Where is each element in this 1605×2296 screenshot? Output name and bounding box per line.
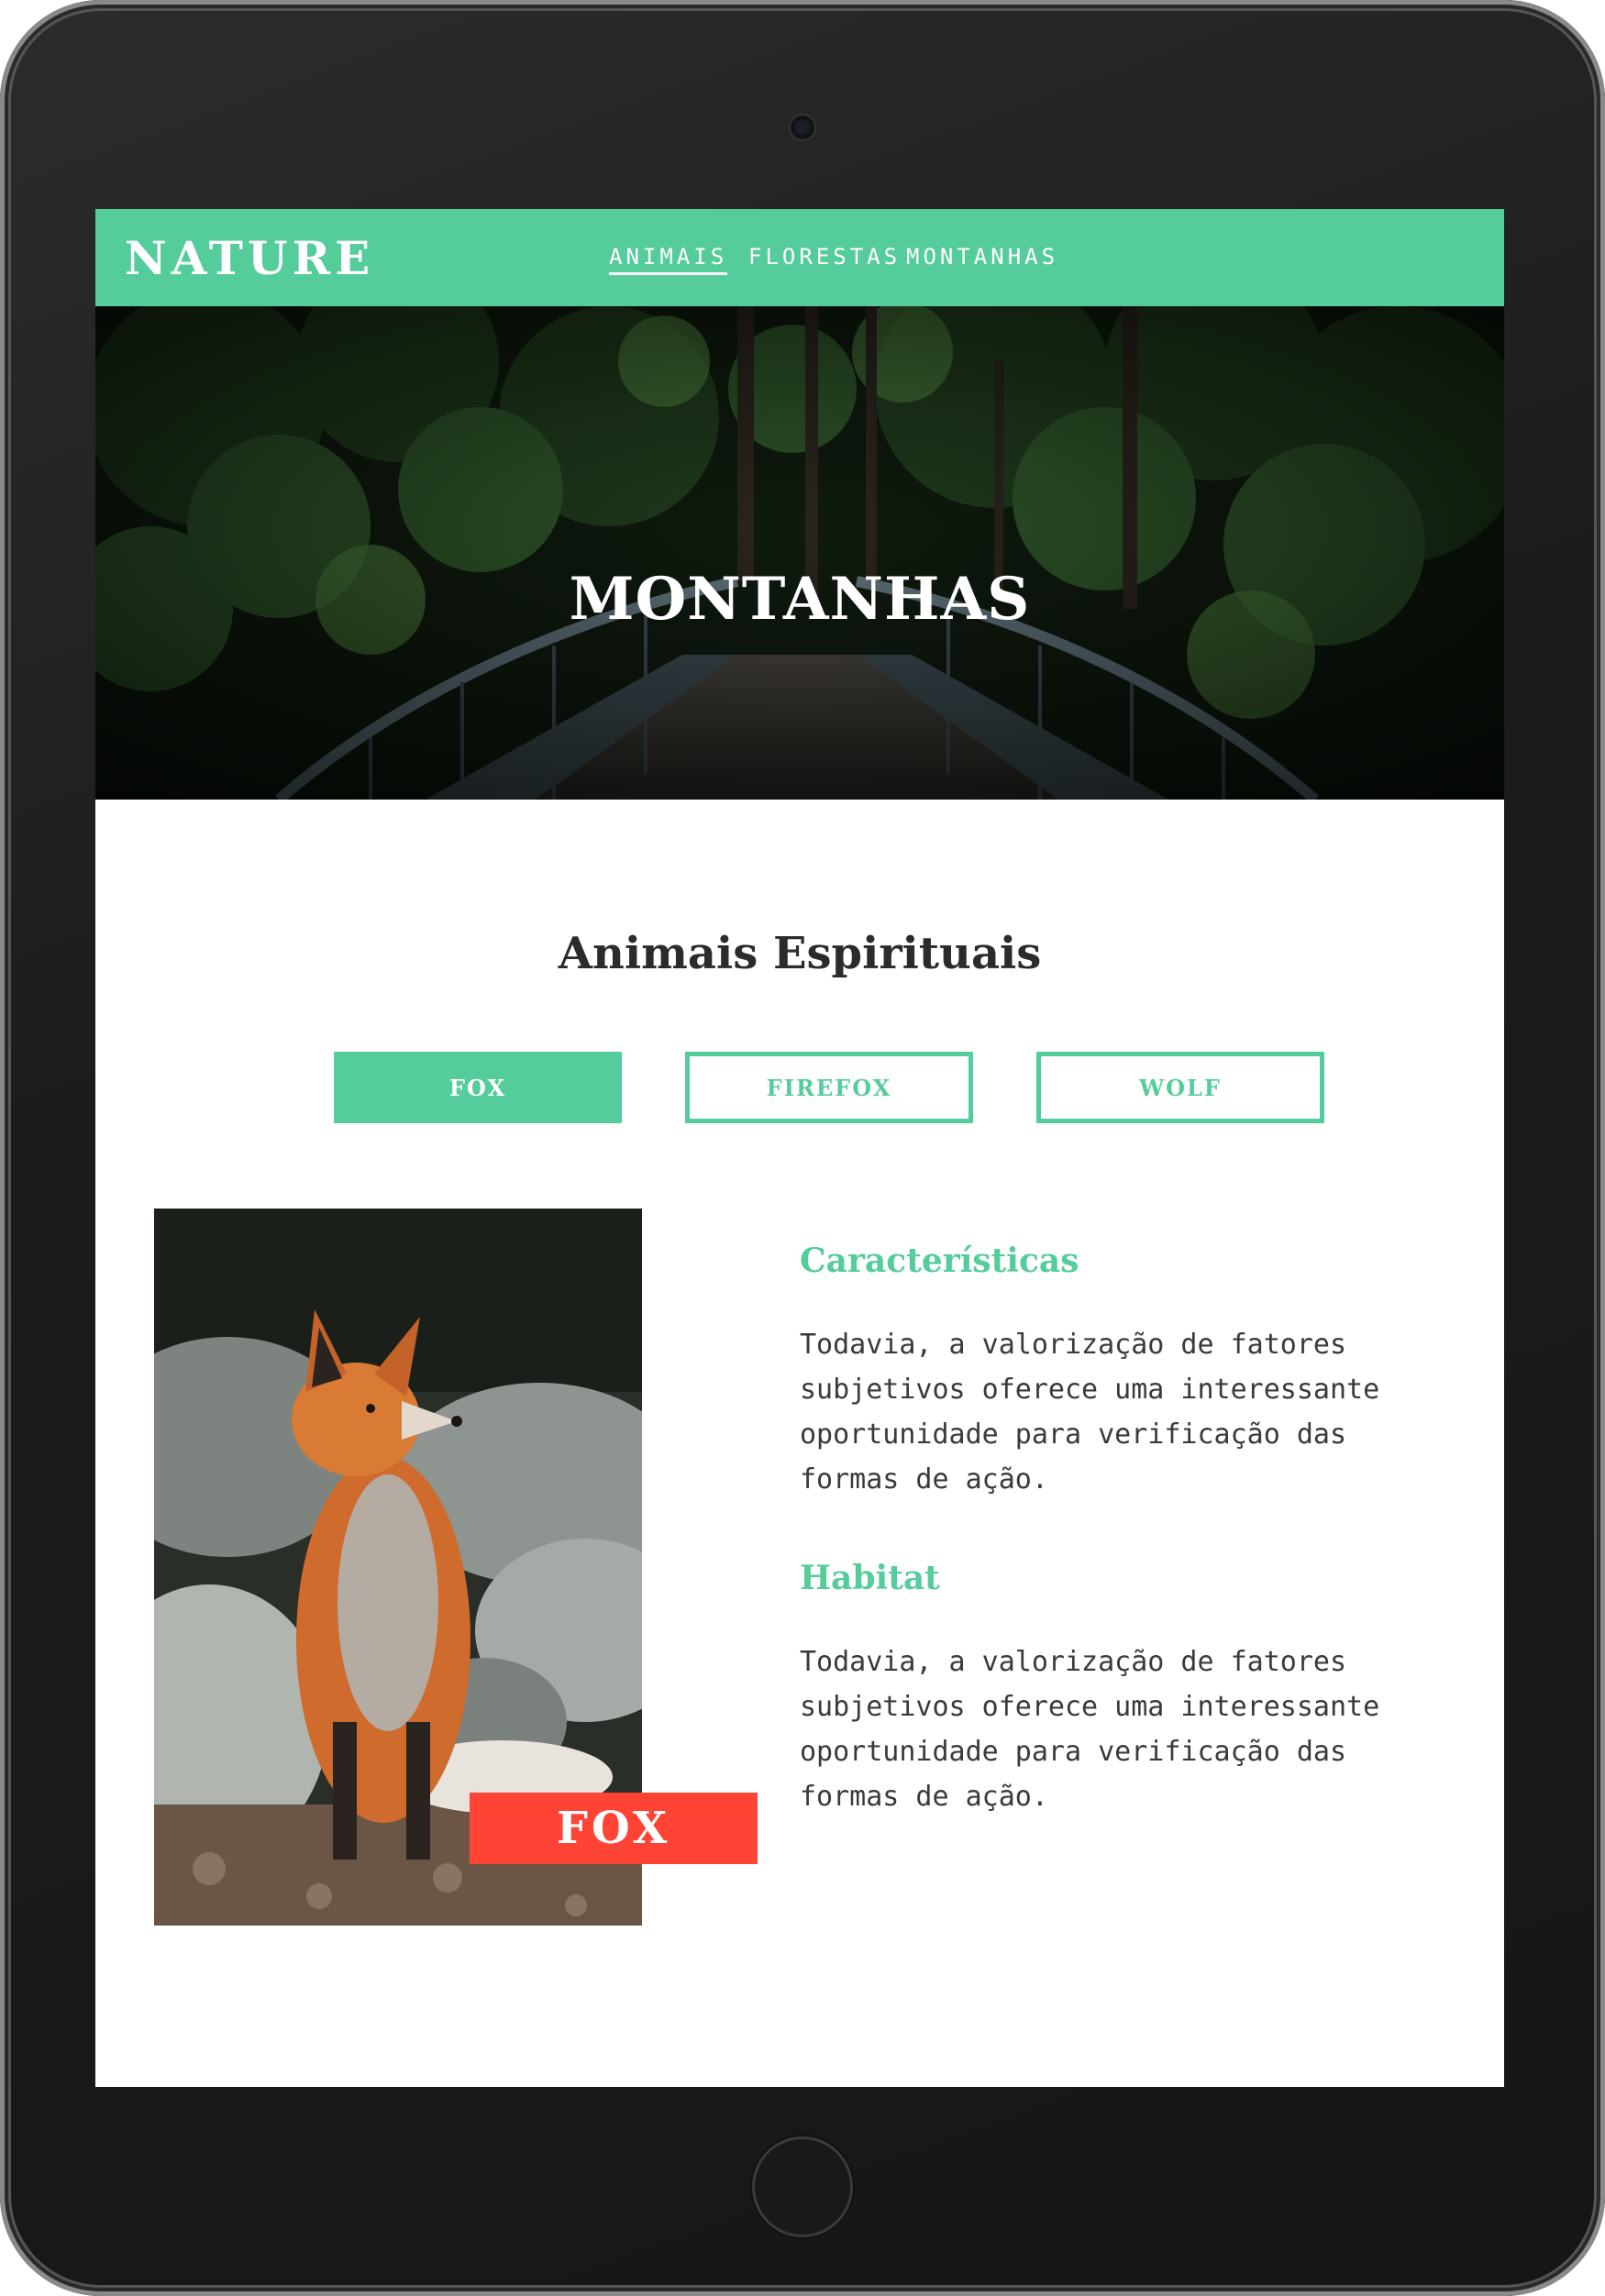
nav-link-montanhas[interactable]: MONTANHAS bbox=[906, 244, 1058, 270]
nav-link-florestas[interactable]: FLORESTAS bbox=[748, 244, 901, 270]
tab-wolf[interactable]: WOLF bbox=[1036, 1052, 1324, 1123]
tab-firefox[interactable]: FIREFOX bbox=[685, 1052, 973, 1123]
characteristics-heading: Características bbox=[800, 1242, 1079, 1280]
screen: NATURE ANIMAIS FLORESTAS MONTANHAS MONTA… bbox=[95, 209, 1504, 2087]
hero-banner: MONTANHAS bbox=[95, 306, 1504, 800]
hero-forest-image bbox=[95, 306, 1504, 800]
habitat-text: Todavia, a valorização de fatores subjet… bbox=[800, 1646, 1380, 1813]
camera-icon bbox=[791, 116, 814, 139]
tab-fox[interactable]: FOX bbox=[334, 1052, 622, 1123]
characteristics-text: Todavia, a valorização de fatores subjet… bbox=[800, 1329, 1380, 1496]
navbar: NATURE ANIMAIS FLORESTAS MONTANHAS bbox=[95, 209, 1504, 306]
logo[interactable]: NATURE bbox=[125, 231, 374, 285]
animal-name-badge: FOX bbox=[470, 1793, 758, 1864]
nav-link-animais[interactable]: ANIMAIS bbox=[609, 244, 728, 275]
tablet-frame: NATURE ANIMAIS FLORESTAS MONTANHAS MONTA… bbox=[0, 0, 1605, 2296]
hero-title: MONTANHAS bbox=[569, 565, 1031, 634]
section-title: Animais Espirituais bbox=[558, 928, 1042, 979]
home-button[interactable] bbox=[752, 2136, 853, 2237]
habitat-heading: Habitat bbox=[800, 1559, 940, 1597]
